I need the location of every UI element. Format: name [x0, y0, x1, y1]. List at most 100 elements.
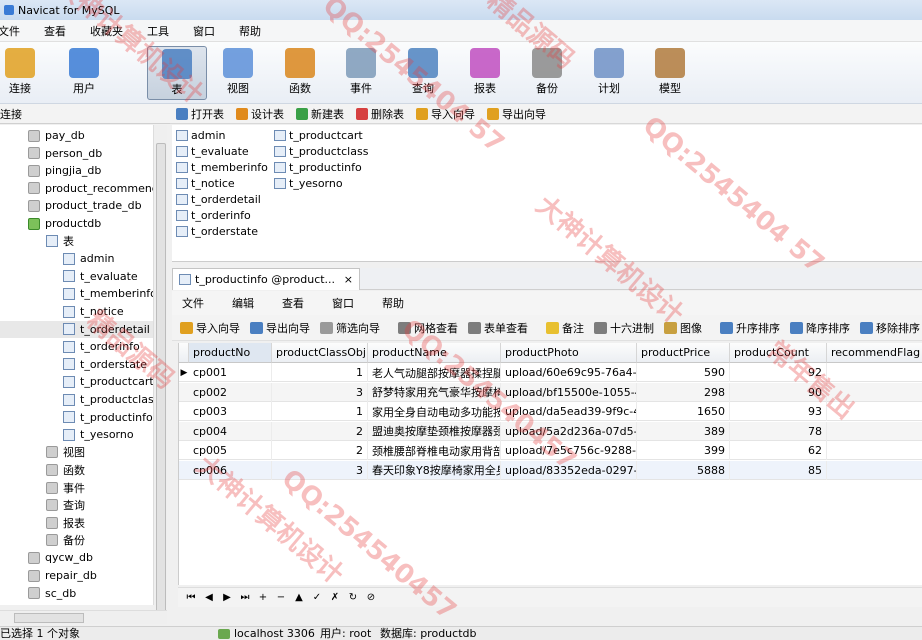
- delete-record-icon[interactable]: −: [272, 592, 290, 603]
- toolbar-user-button[interactable]: 用户: [54, 46, 114, 100]
- table-cell[interactable]: 3: [272, 382, 368, 402]
- data-toolbar-button[interactable]: 升序排序: [720, 320, 780, 336]
- data-toolbar-button[interactable]: 图像: [664, 320, 702, 336]
- data-toolbar-button[interactable]: 筛选向导: [320, 320, 380, 336]
- menu-help[interactable]: 帮助: [239, 23, 271, 39]
- tree-item[interactable]: 视图: [46, 444, 85, 461]
- tree-item[interactable]: pay_db: [28, 127, 85, 144]
- tree-item[interactable]: sc_db: [28, 585, 76, 602]
- inner-menu-edit[interactable]: 编辑: [232, 295, 254, 311]
- table-cell[interactable]: [827, 402, 922, 421]
- table-cell[interactable]: 舒梦特家用充气豪华按摩椅: [368, 382, 501, 402]
- data-toolbar-button[interactable]: 备注: [546, 320, 584, 336]
- previous-record-icon[interactable]: ◀: [200, 592, 218, 603]
- table-cell[interactable]: 90: [730, 382, 827, 402]
- table-cell[interactable]: 家用全身自动电动多功能按: [368, 402, 501, 421]
- tree-item[interactable]: 表: [46, 233, 74, 250]
- up-record-icon[interactable]: ▲: [290, 592, 308, 603]
- object-toolbar-button[interactable]: 删除表: [356, 106, 404, 122]
- object-toolbar-button[interactable]: 打开表: [176, 106, 224, 122]
- object-list-table[interactable]: t_memberinfo: [176, 159, 268, 175]
- tree-item[interactable]: t_orderdetail: [0, 320, 153, 338]
- tree-item[interactable]: t_notice: [63, 303, 124, 320]
- tree-item[interactable]: t_memberinfo: [63, 285, 153, 302]
- table-cell[interactable]: 3: [272, 460, 368, 480]
- tree-item[interactable]: productdb: [28, 215, 101, 232]
- column-header[interactable]: productClassObj: [272, 343, 368, 363]
- last-record-icon[interactable]: ⏭: [236, 592, 254, 603]
- data-toolbar-button[interactable]: 降序排序: [790, 320, 850, 336]
- tree-item[interactable]: 报表: [46, 514, 85, 531]
- table-cell[interactable]: cp003: [189, 402, 272, 421]
- add-record-icon[interactable]: +: [254, 592, 272, 603]
- toolbar-table-button[interactable]: 表: [147, 46, 207, 100]
- tree-item[interactable]: admin: [63, 250, 114, 267]
- tree-item[interactable]: t_yesorno: [63, 426, 134, 443]
- table-cell[interactable]: cp006: [189, 460, 272, 480]
- column-header[interactable]: productNo: [189, 343, 272, 363]
- object-list-table[interactable]: t_yesorno: [274, 175, 343, 191]
- tree-item[interactable]: pingjia_db: [28, 162, 101, 179]
- object-list-table[interactable]: t_productinfo: [274, 159, 362, 175]
- data-toolbar-button[interactable]: 导入向导: [180, 320, 240, 336]
- object-list-table[interactable]: t_evaluate: [176, 143, 249, 159]
- tree-item[interactable]: 函数: [46, 461, 85, 478]
- inner-menu-file[interactable]: 文件: [182, 295, 204, 311]
- column-header[interactable]: recommendFlag: [827, 343, 922, 363]
- tree-item[interactable]: 事件: [46, 479, 85, 496]
- table-row[interactable]: cp003 1 家用全身自动电动多功能按 upload/da5ead39-9f9c-4…: [179, 402, 922, 421]
- table-cell[interactable]: [827, 461, 922, 480]
- tree-vertical-scrollbar[interactable]: [153, 125, 167, 613]
- object-toolbar-button[interactable]: 导入向导: [416, 106, 475, 122]
- object-list-table[interactable]: t_orderstate: [176, 223, 258, 239]
- toolbar-report-button[interactable]: 报表: [455, 46, 515, 100]
- table-cell[interactable]: upload/da5ead39-9f9c-4: [501, 402, 637, 421]
- table-cell[interactable]: 1650: [637, 402, 730, 421]
- table-cell[interactable]: [827, 383, 922, 402]
- menu-favorites[interactable]: 收藏夹: [90, 23, 133, 39]
- table-cell[interactable]: 颈椎腰部脊椎电动家用背部: [368, 441, 501, 460]
- tree-item[interactable]: t_orderinfo: [63, 338, 140, 355]
- object-toolbar-button[interactable]: 新建表: [296, 106, 344, 122]
- toolbar-function-button[interactable]: 函数: [270, 46, 330, 100]
- toolbar-model-button[interactable]: 模型: [640, 46, 700, 100]
- table-row[interactable]: cp004 2 盟迪奥按摩垫颈椎按摩器颈 upload/5a2d236a-07d5-4…: [179, 421, 922, 441]
- tree-item[interactable]: t_productclass: [63, 391, 153, 408]
- table-cell[interactable]: 1: [272, 363, 368, 382]
- table-cell[interactable]: upload/83352eda-0297-4: [501, 460, 637, 480]
- table-row[interactable]: cp002 3 舒梦特家用充气豪华按摩椅 upload/bf15500e-1055-4…: [179, 382, 922, 402]
- table-row[interactable]: ▶ cp001 1 老人气动腿部按摩器揉捏腿 upload/60e69c95-76a4-…: [179, 363, 922, 382]
- menu-file[interactable]: 文件: [0, 23, 30, 39]
- tree-item[interactable]: t_productcart: [63, 373, 153, 390]
- table-cell[interactable]: cp002: [189, 382, 272, 402]
- tree-item[interactable]: product_trade_db: [28, 197, 142, 214]
- table-cell[interactable]: cp005: [189, 441, 272, 460]
- menu-view[interactable]: 查看: [44, 23, 76, 39]
- stop-icon[interactable]: ⊘: [362, 592, 380, 603]
- tree-item[interactable]: t_evaluate: [63, 268, 138, 285]
- data-toolbar-button[interactable]: 导出向导: [250, 320, 310, 336]
- table-cell[interactable]: 298: [637, 382, 730, 402]
- table-cell[interactable]: 389: [637, 421, 730, 441]
- toolbar-view-button[interactable]: 视图: [208, 46, 268, 100]
- column-header[interactable]: productName: [368, 343, 501, 363]
- menu-window[interactable]: 窗口: [193, 23, 225, 39]
- object-list-table[interactable]: admin: [176, 127, 225, 143]
- data-toolbar-button[interactable]: 表单查看: [468, 320, 528, 336]
- table-cell[interactable]: [827, 441, 922, 460]
- tree-scroll-thumb[interactable]: [156, 143, 166, 613]
- table-cell[interactable]: 老人气动腿部按摩器揉捏腿: [368, 363, 501, 382]
- table-row[interactable]: cp006 3 春天印象Y8按摩椅家用全身 upload/83352eda-0297-…: [179, 460, 922, 480]
- column-header[interactable]: productCount: [730, 343, 827, 363]
- toolbar-clock-button[interactable]: 事件: [331, 46, 391, 100]
- toolbar-query-button[interactable]: 查询: [393, 46, 453, 100]
- table-cell[interactable]: upload/bf15500e-1055-4: [501, 382, 637, 402]
- table-cell[interactable]: cp004: [189, 421, 272, 441]
- table-cell[interactable]: 78: [730, 421, 827, 441]
- table-cell[interactable]: upload/5a2d236a-07d5-4: [501, 421, 637, 441]
- table-cell[interactable]: 1: [272, 402, 368, 421]
- tree-item[interactable]: 备份: [46, 532, 85, 549]
- table-cell[interactable]: 85: [730, 460, 827, 480]
- table-cell[interactable]: 62: [730, 441, 827, 460]
- object-toolbar-button[interactable]: 设计表: [236, 106, 284, 122]
